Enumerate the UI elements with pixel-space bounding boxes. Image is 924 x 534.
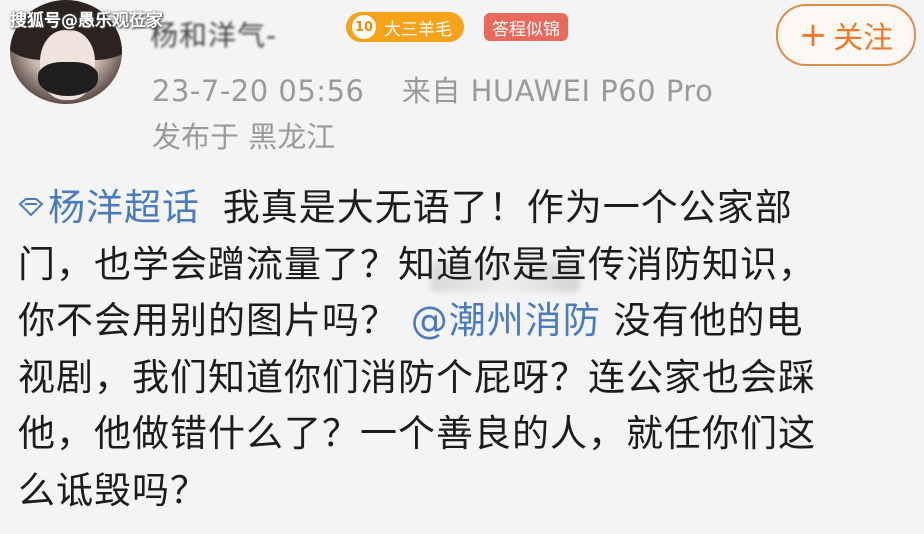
- post-line-4: 视剧，我们知道你们消防个屁呀？连公家也会踩: [18, 350, 918, 407]
- mention-link[interactable]: @潮州消防: [411, 299, 601, 342]
- from-label: 来自: [401, 74, 461, 108]
- device-name[interactable]: HUAWEI P60 Pro: [471, 74, 714, 108]
- post-location: 发布于 黑龙江: [152, 120, 336, 154]
- post-line-5: 他，他做错什么了？一个善良的人，就任你们这: [18, 406, 918, 463]
- post-text-3: 你不会用别的图片吗？: [18, 299, 398, 342]
- post-line-1: 杨洋超话 我真是大无语了！作为一个公家部: [18, 180, 918, 237]
- level-number: 10: [350, 13, 378, 41]
- post-text-5: 视剧，我们知道你们消防个屁呀？连公家也会踩: [18, 355, 816, 399]
- follow-label: 关注: [833, 21, 894, 56]
- level-label: 大三羊毛: [384, 19, 452, 40]
- post-timestamp: 23-7-20 05:56: [152, 74, 365, 108]
- post-text-7: 么诋毁吗？: [18, 468, 208, 512]
- post-text-2: 门，也学会蹭流量了？知道你是宣传消防知识，: [18, 242, 816, 286]
- post-text-4: 没有他的电: [613, 299, 804, 342]
- post-line-6: 么诋毁吗？: [18, 463, 918, 520]
- post-body: 杨洋超话 我真是大无语了！作为一个公家部 门，也学会蹭流量了？知道你是宣传消防知…: [18, 180, 918, 519]
- fan-tag-label: 答程似锦: [492, 19, 560, 40]
- fan-tag-badge[interactable]: 答程似锦: [484, 13, 568, 41]
- level-badge[interactable]: 10 大三羊毛: [346, 12, 464, 42]
- plus-icon: +: [798, 15, 828, 55]
- post-line-2: 门，也学会蹭流量了？知道你是宣传消防知识，: [18, 237, 918, 294]
- post-line-3: 你不会用别的图片吗？ @潮州消防 没有他的电: [18, 293, 918, 350]
- post-text-6: 他，他做错什么了？一个善良的人，就任你们这: [18, 412, 816, 455]
- topic-diamond-icon: [18, 197, 44, 216]
- topic-label: 杨洋超话: [48, 186, 200, 229]
- avatar-mask: [38, 62, 98, 96]
- username[interactable]: 杨和洋气-: [150, 14, 277, 54]
- topic-link[interactable]: 杨洋超话: [18, 186, 200, 229]
- post-meta: 23-7-20 05:56 来自 HUAWEI P60 Pro: [152, 68, 713, 110]
- watermark: 搜狐号@愚乐观莅家: [10, 11, 163, 31]
- post-text-1: 我真是大无语了！作为一个公家部: [222, 186, 793, 229]
- follow-button[interactable]: + 关注: [776, 4, 916, 66]
